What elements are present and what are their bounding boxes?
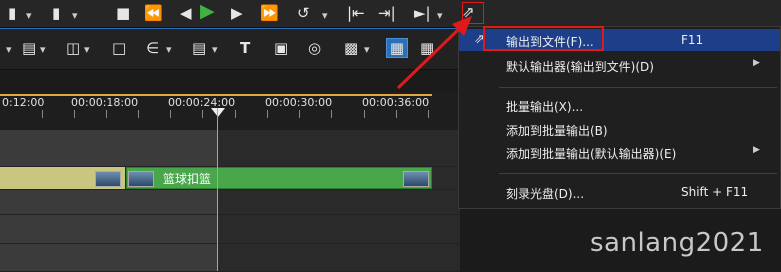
menu-item-label: 批量输出(X)... [506,100,584,114]
dropdown-icon[interactable]: ▾ [72,7,78,25]
ruler-tick [106,110,107,118]
menu-item-default-exporter[interactable]: 默认输出器(输出到文件)(D) ▶ [459,54,780,76]
dropdown-icon[interactable]: ▾ [322,7,328,25]
ruler-tick [299,110,300,118]
loop-icon[interactable]: ↺ [297,4,310,22]
split-icon[interactable]: ∈ [146,39,159,57]
ruler-tick [74,110,75,118]
menu-item-batch-export[interactable]: 批量输出(X)... [459,94,780,116]
rewind-icon[interactable]: ⏪ [144,4,163,22]
clip-label: 篮球扣篮 [163,172,212,186]
mark-out-icon[interactable]: ▮ [52,4,60,22]
menu-item-add-to-batch[interactable]: 添加到批量输出(B) [459,118,780,140]
menu-separator [499,87,777,88]
menu-item-shortcut: Shift + F11 [681,185,749,199]
track-empty-region [218,244,460,271]
ruler-tick [170,110,171,118]
dropdown-icon[interactable]: ▾ [6,41,12,59]
title-icon[interactable]: T [240,39,250,57]
dropdown-icon[interactable]: ▾ [166,41,172,59]
ruler-tick [364,110,365,118]
ruler-tick [138,110,139,118]
menu-separator [499,173,777,174]
track-empty-region [218,190,460,214]
playhead-marker[interactable] [211,108,225,117]
timecode-label: 00:00:24:00 [168,96,236,109]
menu-item-shortcut: F11 [681,33,704,47]
dropdown-icon[interactable]: ▾ [40,41,46,59]
playhead-line [217,108,218,271]
submenu-arrow-icon: ▶ [753,58,760,68]
export-menu: ⇗ 输出到文件(F)... F11 默认输出器(输出到文件)(D) ▶ 批量输出… [458,26,781,209]
dropdown-icon[interactable]: ▾ [364,41,370,59]
go-to-in-icon[interactable]: |⇤ [347,4,365,22]
ruler-tick [267,110,268,118]
menu-item-label: 默认输出器(输出到文件)(D) [506,60,654,74]
play-icon[interactable]: ▶ [200,2,215,21]
step-back-icon[interactable]: ◀ [180,4,192,22]
track-empty-region [218,215,460,243]
delete-icon[interactable]: □ [112,39,126,57]
ruler-tick [42,110,43,118]
menu-item-label: 添加到批量输出(默认输出器)(E) [506,147,677,161]
fast-forward-icon[interactable]: ⏩ [260,4,279,22]
mark-in-icon[interactable]: ▮ [8,4,16,22]
annotation-icon-box [462,2,484,24]
ruler-tick [202,110,203,118]
dropdown-icon[interactable]: ▾ [84,41,90,59]
track-empty-region [218,130,460,166]
annotation-highlight-box [483,26,604,51]
submenu-arrow-icon: ▶ [753,145,760,155]
ruler-tick [331,110,332,118]
menu-item-add-to-batch-default[interactable]: 添加到批量输出(默认输出器)(E) ▶ [459,141,780,163]
dropdown-icon[interactable]: ▾ [26,7,32,25]
ruler-tick [396,110,397,118]
clip-thumbnail [95,171,121,187]
timecode-label: 0:12:00 [2,96,45,109]
ruler-tick [235,110,236,118]
dropdown-icon[interactable]: ▾ [212,41,218,59]
clip-thumbnail [128,171,154,187]
step-forward-icon[interactable]: ▶ [231,4,243,22]
clip-thumbnail [403,171,429,187]
stop-icon[interactable]: ■ [116,4,130,22]
copy-icon[interactable]: ◫ [66,39,80,57]
clipboard-icon[interactable]: ▤ [22,39,36,57]
ruler-tick [428,110,429,118]
timecode-label: 00:00:18:00 [71,96,139,109]
crop-icon[interactable]: ▤ [192,39,206,57]
watermark-text: sanlang2021 [590,228,764,258]
microphone-icon[interactable]: ◎ [308,39,321,57]
menu-item-burn-disc[interactable]: 刻录光盘(D)... Shift + F11 [459,181,780,203]
snapshot-icon[interactable]: ▣ [274,39,288,57]
film-icon[interactable]: ▩ [344,39,358,57]
timecode-label: 00:00:30:00 [265,96,333,109]
menu-item-label: 添加到批量输出(B) [506,124,608,138]
menu-item-label: 刻录光盘(D)... [506,187,585,201]
